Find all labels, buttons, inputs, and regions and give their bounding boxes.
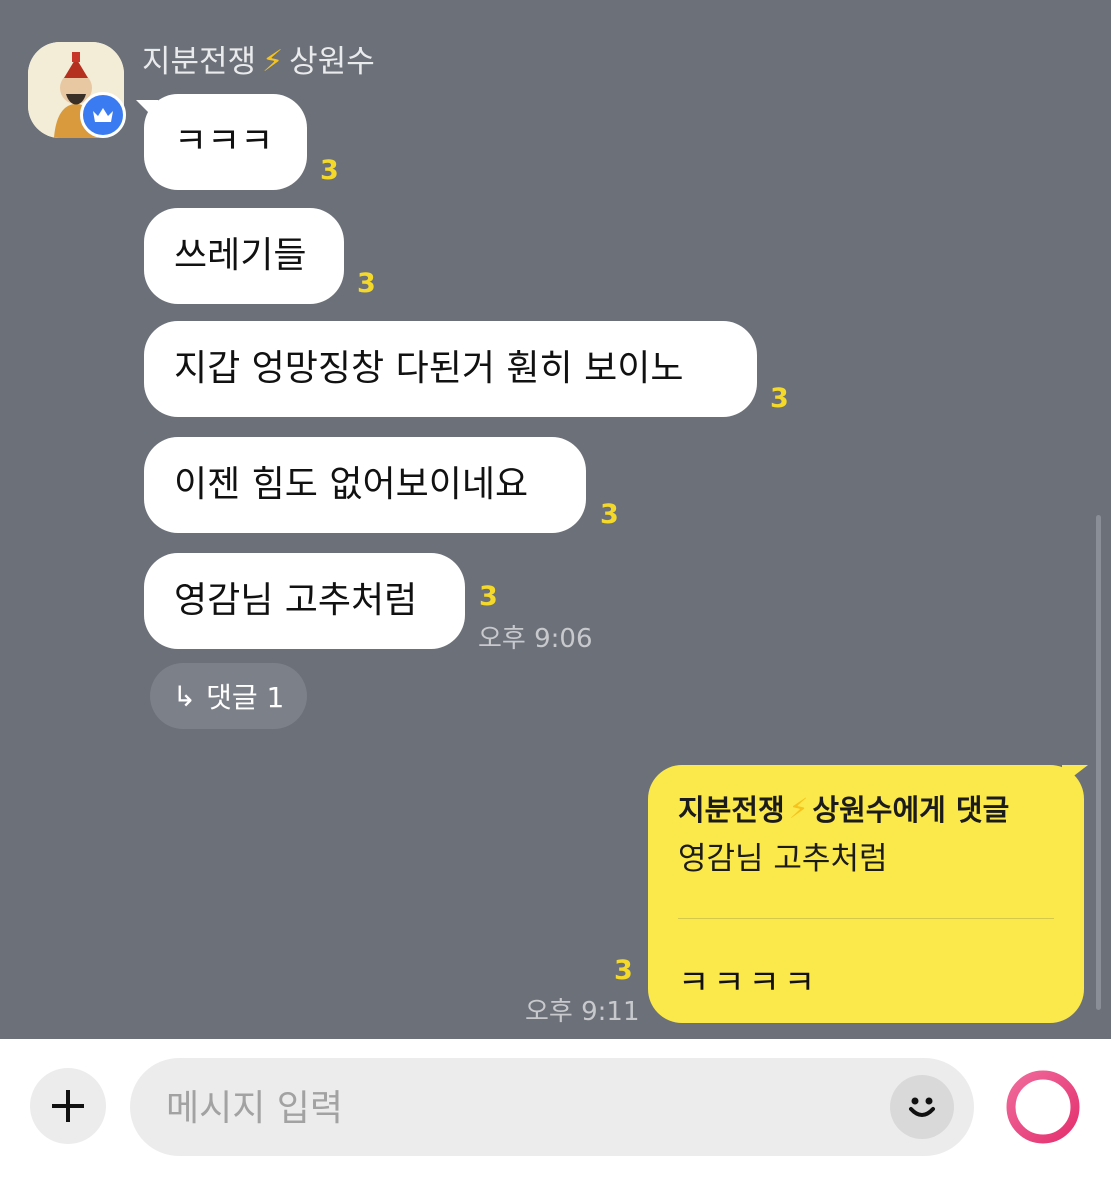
unread-count: 3	[479, 581, 498, 612]
plus-icon	[52, 1090, 84, 1122]
message-bubble[interactable]: 지갑 엉망징창 다된거 훤히 보이노	[144, 321, 757, 417]
quoted-message: 영감님 고추처럼	[678, 841, 888, 877]
my-message-bubble[interactable]: 지분전쟁 ⚡ 상원수에게 댓글 영감님 고추처럼 ㅋㅋㅋㅋ	[648, 765, 1084, 1023]
reply-arrow-icon: ↳	[172, 679, 197, 713]
message-text: 쓰레기들	[174, 235, 307, 276]
previous-message-fragment	[160, 0, 520, 4]
reply-target-name: 지분전쟁	[678, 793, 785, 827]
sender-name-prefix: 지분전쟁	[142, 44, 257, 80]
message-bubble[interactable]: 이젠 힘도 없어보이네요	[144, 437, 586, 533]
message-text: 영감님 고추처럼	[174, 580, 418, 621]
message-bubble[interactable]: 쓰레기들	[144, 208, 344, 304]
lightning-icon: ⚡	[788, 791, 809, 825]
unread-count: 3	[357, 268, 376, 299]
unread-count: 3	[614, 955, 633, 986]
sender-name[interactable]: 지분전쟁 ⚡ 상원수	[142, 42, 375, 82]
reply-target-suffix: 상원수에게 댓글	[812, 793, 1010, 827]
unread-count: 3	[320, 155, 339, 186]
message-text: 이젠 힘도 없어보이네요	[174, 464, 529, 505]
reply-thread-button[interactable]: ↳ 댓글 1	[150, 663, 307, 729]
send-button[interactable]	[1004, 1068, 1082, 1146]
message-input-container[interactable]	[130, 1058, 974, 1158]
message-input[interactable]	[164, 1058, 868, 1158]
quote-divider	[678, 918, 1054, 919]
lightning-icon: ⚡	[262, 44, 284, 79]
my-message-text: ㅋㅋㅋㅋ	[678, 963, 820, 1003]
message-time: 오후 9:11	[525, 997, 640, 1027]
send-icon	[1006, 1070, 1080, 1144]
message-bubble[interactable]: 영감님 고추처럼	[144, 553, 465, 649]
unread-count: 3	[770, 383, 789, 414]
emoji-icon	[909, 1097, 935, 1117]
chat-scrollbar[interactable]	[1096, 515, 1101, 1010]
message-bubble[interactable]: ㅋㅋㅋ	[144, 94, 307, 190]
message-time: 오후 9:06	[478, 624, 593, 654]
message-text: ㅋㅋㅋ	[174, 121, 274, 162]
reply-target-header: 지분전쟁 ⚡ 상원수에게 댓글	[678, 787, 1054, 829]
message-text: 지갑 엉망징창 다된거 훤히 보이노	[174, 348, 684, 389]
unread-count: 3	[600, 499, 619, 530]
emoji-button[interactable]	[890, 1075, 954, 1139]
crown-icon	[80, 92, 126, 138]
sender-name-suffix: 상원수	[289, 44, 375, 80]
plus-button[interactable]	[30, 1068, 106, 1144]
reply-count-label: 댓글 1	[206, 681, 285, 714]
